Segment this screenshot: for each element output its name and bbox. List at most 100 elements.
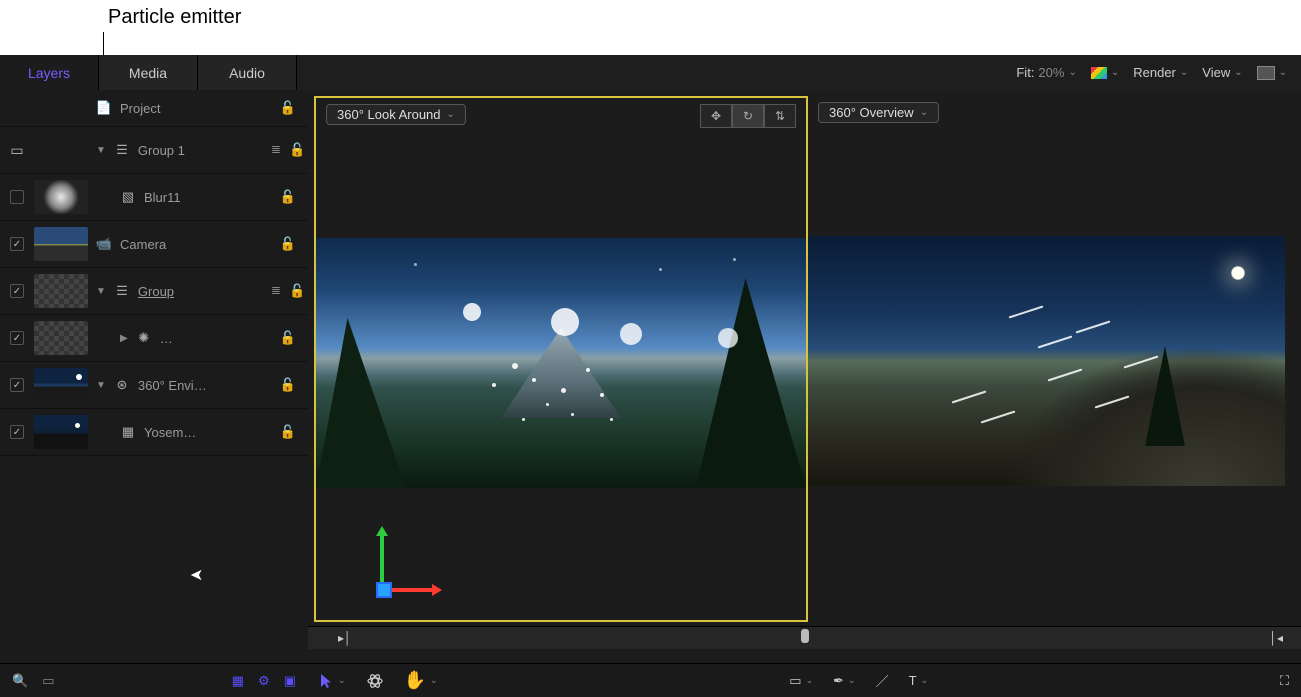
checkbox[interactable]: ✓ [10,425,24,439]
callout-label: Particle emitter [108,6,241,29]
render-dropdown[interactable]: Render⌄ [1133,65,1188,80]
chevron-down-icon: ⌄ [338,675,346,686]
color-swatch-icon [1091,67,1107,79]
viewport-image [316,238,806,488]
disclosure-triangle-icon[interactable]: ▼ [96,286,106,297]
color-channel-dropdown[interactable]: ⌄ [1091,67,1119,79]
camera-label: Camera [120,237,166,252]
pen-tool[interactable]: ✒⌄ [833,673,855,689]
row-particle-emitter[interactable]: ✓ ▶ ✺ … 🔓 [0,315,308,362]
row-project[interactable]: 📄 Project 🔓 [0,90,308,127]
layout-icon [1257,66,1275,80]
lock-icon[interactable]: 🔓 [289,142,305,158]
pan-tool[interactable]: ✋⌄ [404,670,438,691]
checkbox[interactable] [10,190,24,204]
brush-tool[interactable]: ／ [876,671,889,690]
checkbox[interactable]: ✓ [10,331,24,345]
playhead-icon[interactable] [801,629,809,643]
text-tool[interactable]: T⌄ [909,673,929,688]
chevron-icon: ⌄ [1180,67,1188,78]
thumbnail [34,180,88,214]
checkbox[interactable]: ✓ [10,378,24,392]
disclosure-triangle-icon[interactable]: ▶ [120,333,128,344]
viewport-mode-dropdown[interactable]: 360° Look Around ⌄ [326,104,466,125]
lock-icon[interactable]: 🔓 [268,236,308,252]
cursor-icon: ➤ [190,565,203,585]
frame-icon[interactable]: ▭ [42,673,54,689]
chevron-icon: ⌄ [1068,67,1076,78]
axis-gizmo[interactable] [366,534,436,614]
lock-icon[interactable]: 🔓 [268,330,308,346]
layout-dropdown[interactable]: ⌄ [1257,66,1287,80]
fullscreen-button[interactable]: ⛶ [1280,673,1289,689]
fit-label: Fit: [1016,65,1034,80]
filmstrip-icon: ▦ [120,425,136,439]
minus-icon[interactable]: ▭ [10,142,23,159]
masks-icon[interactable]: ▣ [284,673,296,689]
chevron-icon: ⌄ [1111,67,1119,78]
search-icon[interactable]: 🔍 [12,673,28,689]
origin-handle[interactable] [376,582,392,598]
viewport-left[interactable]: 360° Look Around ⌄ ✥ ↻ ⇅ [314,96,808,622]
row-clip[interactable]: ✓ ▦ Yosem… 🔓 [0,409,308,456]
image-icon: ▧ [120,190,136,204]
filters-icon[interactable]: ▦ [232,673,244,689]
time-ruler[interactable]: ▸│ │◂ [308,626,1301,649]
trees-shape [316,318,406,488]
fit-value: 20% [1038,65,1064,80]
lock-icon[interactable]: 🔓 [268,377,308,393]
lock-icon[interactable]: 🔓 [268,189,308,205]
stack-icon[interactable]: ≣ [271,283,281,299]
disclosure-triangle-icon[interactable]: ▼ [96,145,106,156]
trees-shape [696,278,806,488]
thumbnail [34,368,88,402]
row-360-env[interactable]: ✓ ▼ ⊛ 360° Envi… 🔓 [0,362,308,409]
orbit-tool-button[interactable]: ↻ [732,104,764,128]
in-marker-icon[interactable]: ▸│ [338,631,352,645]
select-tool[interactable]: ⌄ [320,673,346,689]
panel-tabs: Layers Media Audio [0,55,297,90]
view-dropdown[interactable]: View⌄ [1202,65,1242,80]
checkbox[interactable]: ✓ [10,237,24,251]
viewport-image [808,236,1285,486]
thumbnail [34,227,88,261]
row-group[interactable]: ✓ ▼ ☰ Group ≣🔓 [0,268,308,315]
chevron-down-icon: ⌄ [806,675,814,686]
disclosure-triangle-icon[interactable]: ▼ [96,380,106,391]
lock-icon[interactable]: 🔓 [268,100,308,116]
document-icon: 📄 [96,101,112,115]
app-window: Layers Media Audio Fit: 20% ⌄ ⌄ Render⌄ … [0,55,1301,697]
mountain-shape [501,328,621,418]
shape-tool[interactable]: ▭⌄ [789,673,813,689]
clip-label: Yosem… [144,425,196,440]
pan-tool-button[interactable]: ✥ [700,104,732,128]
viewport-mode-dropdown[interactable]: 360° Overview ⌄ [818,102,939,123]
lock-icon[interactable]: 🔓 [289,283,305,299]
tab-layers[interactable]: Layers [0,55,99,90]
chevron-down-icon: ⌄ [447,109,455,120]
tab-media[interactable]: Media [99,55,198,90]
out-marker-icon[interactable]: │◂ [1269,631,1283,645]
checkbox[interactable]: ✓ [10,284,24,298]
emitter-label: … [160,331,173,346]
tab-audio[interactable]: Audio [198,55,297,90]
canvas-view-controls: Fit: 20% ⌄ ⌄ Render⌄ View⌄ ⌄ [1016,55,1301,90]
row-blur[interactable]: ▧ Blur11 🔓 [0,174,308,221]
3d-transform-tool[interactable] [366,672,384,690]
lock-icon[interactable]: 🔓 [268,424,308,440]
moon-shape [1231,266,1245,280]
zoom-fit-dropdown[interactable]: Fit: 20% ⌄ [1016,65,1076,80]
dolly-tool-button[interactable]: ⇅ [764,104,796,128]
group1-label: Group 1 [138,143,185,158]
chevron-icon: ⌄ [1234,67,1242,78]
row-group1[interactable]: ▭ ▼ ☰ Group 1 ≣🔓 [0,127,308,174]
viewport-tool-cluster: ✥ ↻ ⇅ [700,104,796,128]
stack-icon[interactable]: ≣ [271,142,281,158]
emitter-icon: ✺ [136,331,152,345]
layers-panel: 📄 Project 🔓 ▭ ▼ ☰ Group 1 ≣🔓 ▧ Blur11 🔓 [0,90,308,663]
row-camera[interactable]: ✓ 📹 Camera 🔓 [0,221,308,268]
behaviors-icon[interactable]: ⚙ [258,673,270,689]
chevron-down-icon: ⌄ [920,107,928,118]
viewport-right[interactable]: 360° Overview ⌄ [808,96,1285,618]
sidebar-footer: 🔍 ▭ ▦ ⚙ ▣ [0,663,308,697]
